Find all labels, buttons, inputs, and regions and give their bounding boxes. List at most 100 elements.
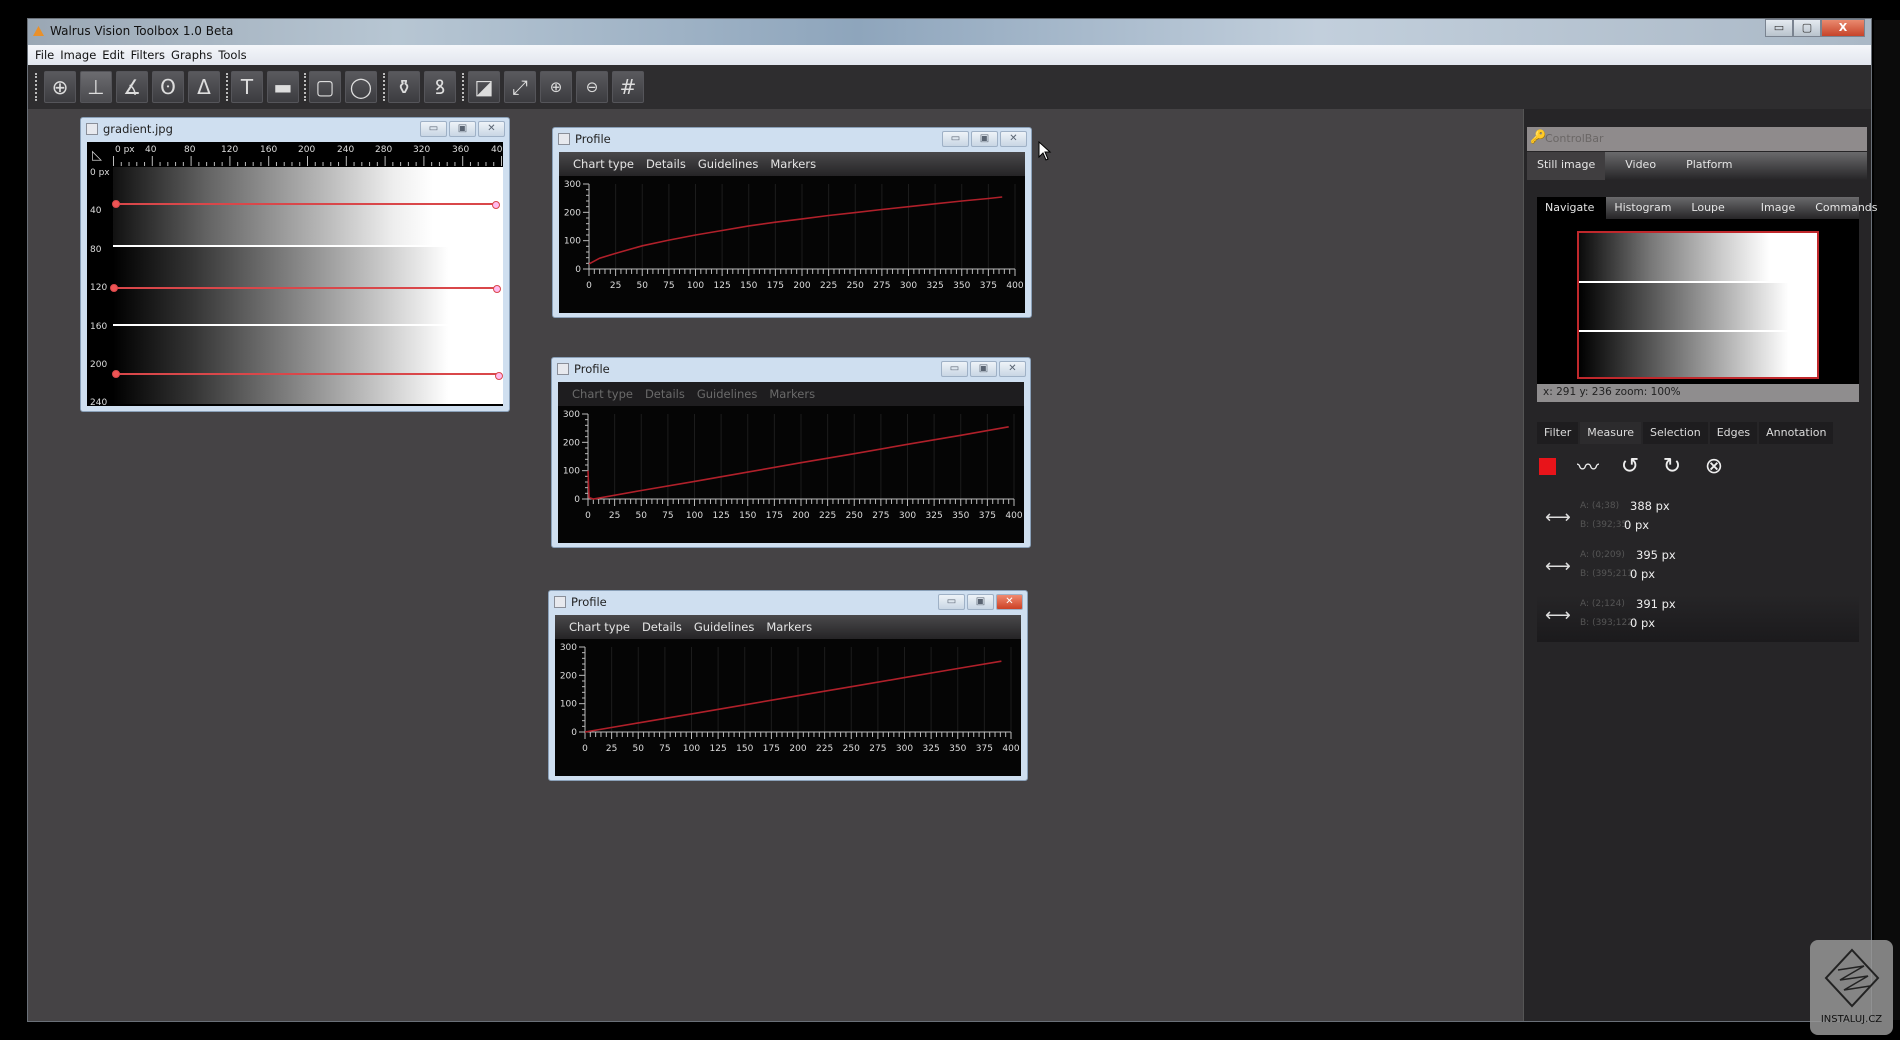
profile-window[interactable]: Profile ▭ ▣ ✕ Chart type Details Guideli… [551,357,1031,548]
menu-edit[interactable]: Edit [101,45,129,65]
y-tick-label: 300 [563,410,580,420]
menu-chart-type[interactable]: Chart type [573,152,634,176]
menu-chart-type[interactable]: Chart type [572,382,633,406]
grid-icon[interactable]: # [612,71,644,103]
fill-bucket-icon[interactable]: ⚱ [388,71,420,103]
close-button[interactable]: ✕ [999,361,1026,377]
profile-line[interactable] [116,203,496,205]
profile-graph-icon[interactable]: 〰 [1572,450,1604,482]
close-button[interactable]: ✕ [996,594,1023,610]
menu-markers[interactable]: Markers [769,382,815,406]
ruler-label: 240 [337,145,355,155]
menu-image[interactable]: Image [59,45,101,65]
navigator-panel[interactable] [1537,219,1859,384]
maximize-button[interactable]: ▣ [970,361,997,377]
circle-measure-icon[interactable]: ʘ [152,71,184,103]
menu-details[interactable]: Details [645,382,685,406]
close-button[interactable]: ✕ [1000,131,1027,147]
tab-selection[interactable]: Selection [1643,422,1708,444]
tab-navigate[interactable]: Navigate [1537,197,1607,219]
profile-line[interactable] [115,373,499,375]
measurement-item[interactable]: ⟷ A: (0;209) B: (395;211) 395 px 0 px [1537,546,1859,593]
controlbar-header[interactable]: 🔑 ControlBar [1527,127,1867,151]
toolbar-grip[interactable] [35,73,37,101]
maximize-button[interactable]: ▣ [449,121,476,137]
line-start-handle[interactable] [110,284,118,292]
vertical-ruler: 0 px 40 80 120 160 200 240 [87,166,113,408]
controlbar-title: ControlBar [1545,132,1604,145]
menu-markers[interactable]: Markers [770,152,816,176]
measurement-item[interactable]: ⟷ A: (4;38) B: (392;35) 388 px 0 px [1537,497,1859,544]
line-end-handle[interactable] [493,285,501,293]
color-swatch-icon[interactable] [1539,457,1556,475]
menu-guidelines[interactable]: Guidelines [697,382,758,406]
tab-image[interactable]: Image [1753,197,1807,219]
tab-video[interactable]: Video [1605,152,1666,180]
x-tick-label: 125 [714,281,731,291]
menu-file[interactable]: File [34,45,59,65]
maximize-button[interactable]: ▣ [971,131,998,147]
profile-line[interactable] [113,287,495,289]
tab-platform[interactable]: Platform [1666,152,1742,180]
color-picker-icon[interactable]: ꝸ [424,71,456,103]
distance-measure-icon[interactable]: ⊥ [80,71,112,103]
tab-measure[interactable]: Measure [1580,422,1641,444]
tab-commands[interactable]: Commands [1807,197,1889,219]
menu-chart-type[interactable]: Chart type [569,615,630,639]
close-button[interactable]: X [1821,19,1865,37]
eraser-icon[interactable]: ◪ [468,71,500,103]
navigator-thumbnail[interactable] [1577,231,1819,379]
triangle-measure-icon[interactable]: Δ [188,71,220,103]
text-tool-icon[interactable]: T [231,71,263,103]
menu-filters[interactable]: Filters [130,45,170,65]
line-end-handle[interactable] [492,201,500,209]
menu-guidelines[interactable]: Guidelines [694,615,755,639]
menu-details[interactable]: Details [642,615,682,639]
line-pattern-icon[interactable]: ▬ [267,71,299,103]
profile-window[interactable]: Profile ▭ ▣ ✕ Chart type Details Guideli… [552,127,1032,318]
rotate-left-add-icon[interactable]: ↺ [1614,454,1646,479]
maximize-button[interactable]: ▣ [967,594,994,610]
image-window[interactable]: gradient.jpg ▭ ▣ ✕ ◺ 0 px 40 80 120 160 … [80,117,510,412]
profile-window[interactable]: Profile ▭ ▣ ✕ Chart type Details Guideli… [548,590,1028,781]
tab-histogram[interactable]: Histogram [1606,197,1683,219]
minimize-button[interactable]: ▭ [941,361,968,377]
rect-select-icon[interactable]: ▢ [309,71,341,103]
profile-chart: 0 25 50 75 100 125 150 175 200 225 250 275 300 325 350… [559,176,1025,313]
window-icon [554,596,566,608]
close-button[interactable]: ✕ [478,121,505,137]
x-tick-label: 300 [896,744,913,754]
ruler-corner-icon[interactable]: ◺ [92,148,102,163]
minimize-button[interactable]: ▭ [938,594,965,610]
tab-still-image[interactable]: Still image [1527,152,1606,180]
minimize-button[interactable]: ▭ [420,121,447,137]
zoom-out-icon[interactable]: ⊖ [576,71,608,103]
line-start-handle[interactable] [112,370,120,378]
maximize-button[interactable]: ▢ [1793,19,1821,37]
tab-loupe[interactable]: Loupe [1683,197,1752,219]
zoom-in-icon[interactable]: ⊕ [540,71,572,103]
distance-measure-icon: ⟷ [1545,556,1571,577]
delete-all-icon[interactable]: ⊗ [1698,454,1730,479]
ellipse-select-icon[interactable]: ◯ [345,71,377,103]
rotate-right-remove-icon[interactable]: ↻ [1656,454,1688,479]
minimize-button[interactable]: ▭ [1765,19,1793,37]
gradient-image[interactable] [110,167,503,404]
angle-measure-icon[interactable]: ∡ [116,71,148,103]
y-tick-label: 0 [571,728,577,738]
crosshair-lambda-icon[interactable]: ⊕ [44,71,76,103]
tab-edges[interactable]: Edges [1709,422,1758,444]
menu-markers[interactable]: Markers [766,615,812,639]
title-bar[interactable]: Walrus Vision Toolbox 1.0 Beta ▭ ▢ X [28,19,1871,45]
menu-tools[interactable]: Tools [217,45,251,65]
minimize-button[interactable]: ▭ [942,131,969,147]
tab-filter[interactable]: Filter [1537,422,1579,444]
measurement-item[interactable]: ⟷ A: (2;124) B: (393;122) 391 px 0 px [1537,595,1859,642]
tab-annotation[interactable]: Annotation [1759,422,1834,444]
menu-guidelines[interactable]: Guidelines [698,152,759,176]
resize-icon[interactable]: ⤢ [504,71,536,103]
line-start-handle[interactable] [112,200,120,208]
menu-details[interactable]: Details [646,152,686,176]
line-end-handle[interactable] [495,372,503,380]
menu-graphs[interactable]: Graphs [170,45,217,65]
